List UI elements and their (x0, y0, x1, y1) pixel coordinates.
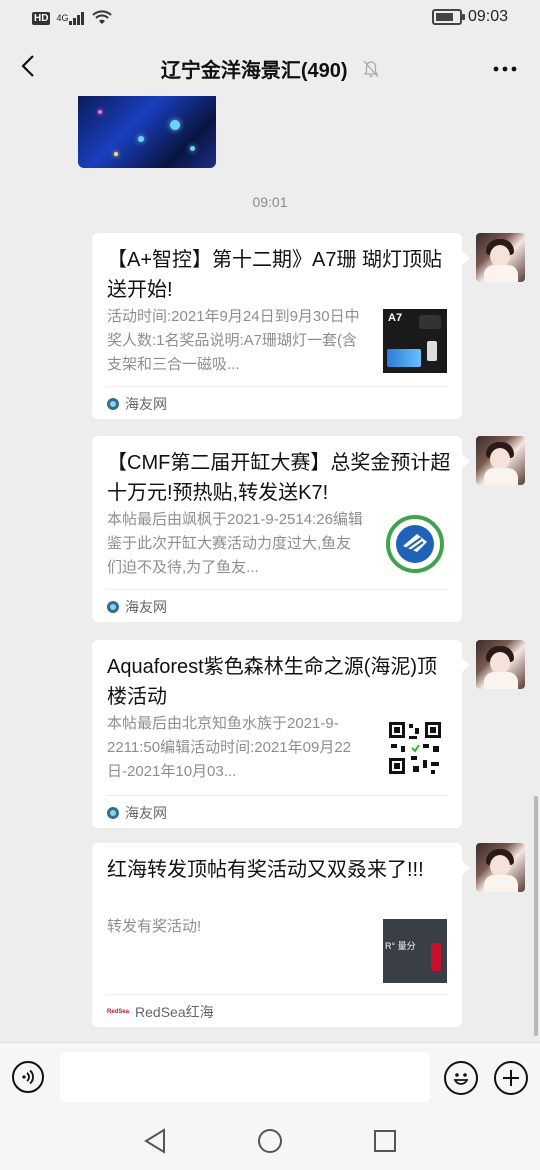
wifi-icon (92, 10, 113, 24)
haiyou-logo-icon (107, 601, 119, 613)
card-thumbnail: A7 (383, 309, 447, 373)
battery-icon (431, 9, 465, 25)
avatar[interactable] (476, 233, 525, 282)
card-thumbnail (383, 512, 447, 576)
hd-icon: HD (32, 11, 51, 25)
light-dot (114, 152, 118, 156)
circle-home-icon (258, 1129, 282, 1153)
cmf-logo-icon (386, 515, 444, 573)
card-thumbnail: R° 量分 (383, 919, 447, 983)
more-options-button[interactable] (490, 52, 520, 82)
light-dot (98, 110, 102, 114)
haiyou-logo-icon (107, 807, 119, 819)
smiley-icon (453, 1073, 469, 1085)
qr-code-icon (387, 720, 443, 776)
more-functions-button[interactable] (494, 1061, 528, 1095)
card-source: RedSea RedSea红海 (107, 994, 447, 1029)
avatar[interactable] (476, 843, 525, 892)
face-shape (490, 855, 510, 877)
thumb-label: R° 量分 (385, 941, 416, 951)
card-description: 本帖最后由飒枫于2021-9-2514:26编辑鉴于此次开缸大赛活动力度过大,鱼… (107, 511, 363, 576)
card-thumbnail (383, 716, 447, 780)
triangle-back-icon (144, 1128, 165, 1154)
emoji-button[interactable] (444, 1061, 478, 1095)
card-title: 【CMF第二届开缸大赛】总奖金预计超十万元!预热贴,转发送K7! (107, 452, 451, 504)
source-name: 海友网 (125, 599, 167, 615)
thumb-label: A7 (388, 312, 403, 324)
avatar[interactable] (476, 640, 525, 689)
status-right: 09:03 (431, 8, 508, 26)
voice-icon (22, 1069, 34, 1085)
nav-back-button[interactable] (140, 1126, 170, 1156)
card-title: Aquaforest紫色森林生命之源(海泥)顶楼活动 (107, 656, 438, 708)
reef-shape (387, 349, 421, 367)
page-title: 辽宁金洋海景汇(490) (0, 54, 540, 84)
mute-bell-icon (363, 60, 379, 84)
square-recent-icon (374, 1130, 396, 1152)
message-timestamp: 09:01 (252, 194, 288, 210)
body-shape (484, 875, 518, 892)
body-shape (484, 672, 518, 689)
voice-input-button[interactable] (12, 1061, 44, 1093)
more-dots-icon (493, 66, 517, 72)
card-source: 海友网 (107, 795, 447, 830)
status-left: HD 4G (32, 10, 113, 26)
system-nav-bar (0, 1112, 540, 1170)
link-card[interactable]: Aquaforest紫色森林生命之源(海泥)顶楼活动 本帖最后由北京知鱼水族于2… (92, 640, 470, 830)
avatar[interactable] (476, 436, 525, 485)
scrollbar[interactable] (534, 796, 538, 1036)
link-card[interactable]: 【A+智控】第十二期》A7珊 瑚灯顶贴送开始! 活动时间:2021年9月24日到… (92, 233, 470, 421)
card-title: 【A+智控】第十二期》A7珊 瑚灯顶贴送开始! (107, 249, 443, 301)
chat-area[interactable]: 09:01 【A+智控】第十二期》A7珊 瑚灯顶贴送开始! 活动时间:2021年… (0, 96, 540, 1042)
card-source: 海友网 (107, 386, 447, 421)
haiyou-logo-icon (107, 398, 119, 410)
card-source: 海友网 (107, 589, 447, 624)
network-label: 4G (56, 13, 69, 23)
previous-image-message[interactable] (78, 96, 216, 168)
phone-shape (427, 341, 437, 361)
lamp-shape (419, 315, 441, 329)
card-title: 红海转发顶帖有奖活动又双叒来了!!! (107, 859, 424, 881)
signal-icon (69, 12, 85, 25)
group-name: 辽宁金洋海景汇(490) (160, 60, 348, 82)
input-bar (0, 1042, 540, 1113)
link-card[interactable]: 红海转发顶帖有奖活动又双叒来了!!! 转发有奖活动! R° 量分 RedSea … (92, 843, 470, 1029)
clock: 09:03 (467, 8, 508, 25)
light-dot (190, 146, 195, 151)
light-dot (170, 120, 180, 130)
light-dot (138, 136, 144, 142)
redsea-logo-icon: RedSea (107, 1009, 130, 1015)
plus-icon (503, 1070, 519, 1086)
source-name: 海友网 (125, 805, 167, 821)
card-description: 本帖最后由北京知鱼水族于2021-9-2211:50编辑活动时间:2021年09… (107, 715, 352, 780)
message-input[interactable] (60, 1052, 430, 1102)
face-shape (490, 245, 510, 267)
body-shape (484, 468, 518, 485)
body-shape (484, 265, 518, 282)
status-bar: HD 4G 09:03 (0, 0, 540, 38)
card-description: 活动时间:2021年9月24日到9月30日中奖人数:1名奖品说明:A7珊瑚灯一套… (107, 308, 360, 373)
face-shape (490, 652, 510, 674)
card-description: 转发有奖活动! (107, 918, 202, 935)
chat-header: 辽宁金洋海景汇(490) (0, 38, 540, 96)
product-shape (431, 943, 441, 971)
link-card[interactable]: 【CMF第二届开缸大赛】总奖金预计超十万元!预热贴,转发送K7! 本帖最后由飒枫… (92, 436, 470, 624)
face-shape (490, 448, 510, 470)
nav-recent-button[interactable] (370, 1126, 400, 1156)
source-name: 海友网 (125, 396, 167, 412)
source-name: RedSea红海 (135, 1004, 214, 1020)
nav-home-button[interactable] (255, 1126, 285, 1156)
